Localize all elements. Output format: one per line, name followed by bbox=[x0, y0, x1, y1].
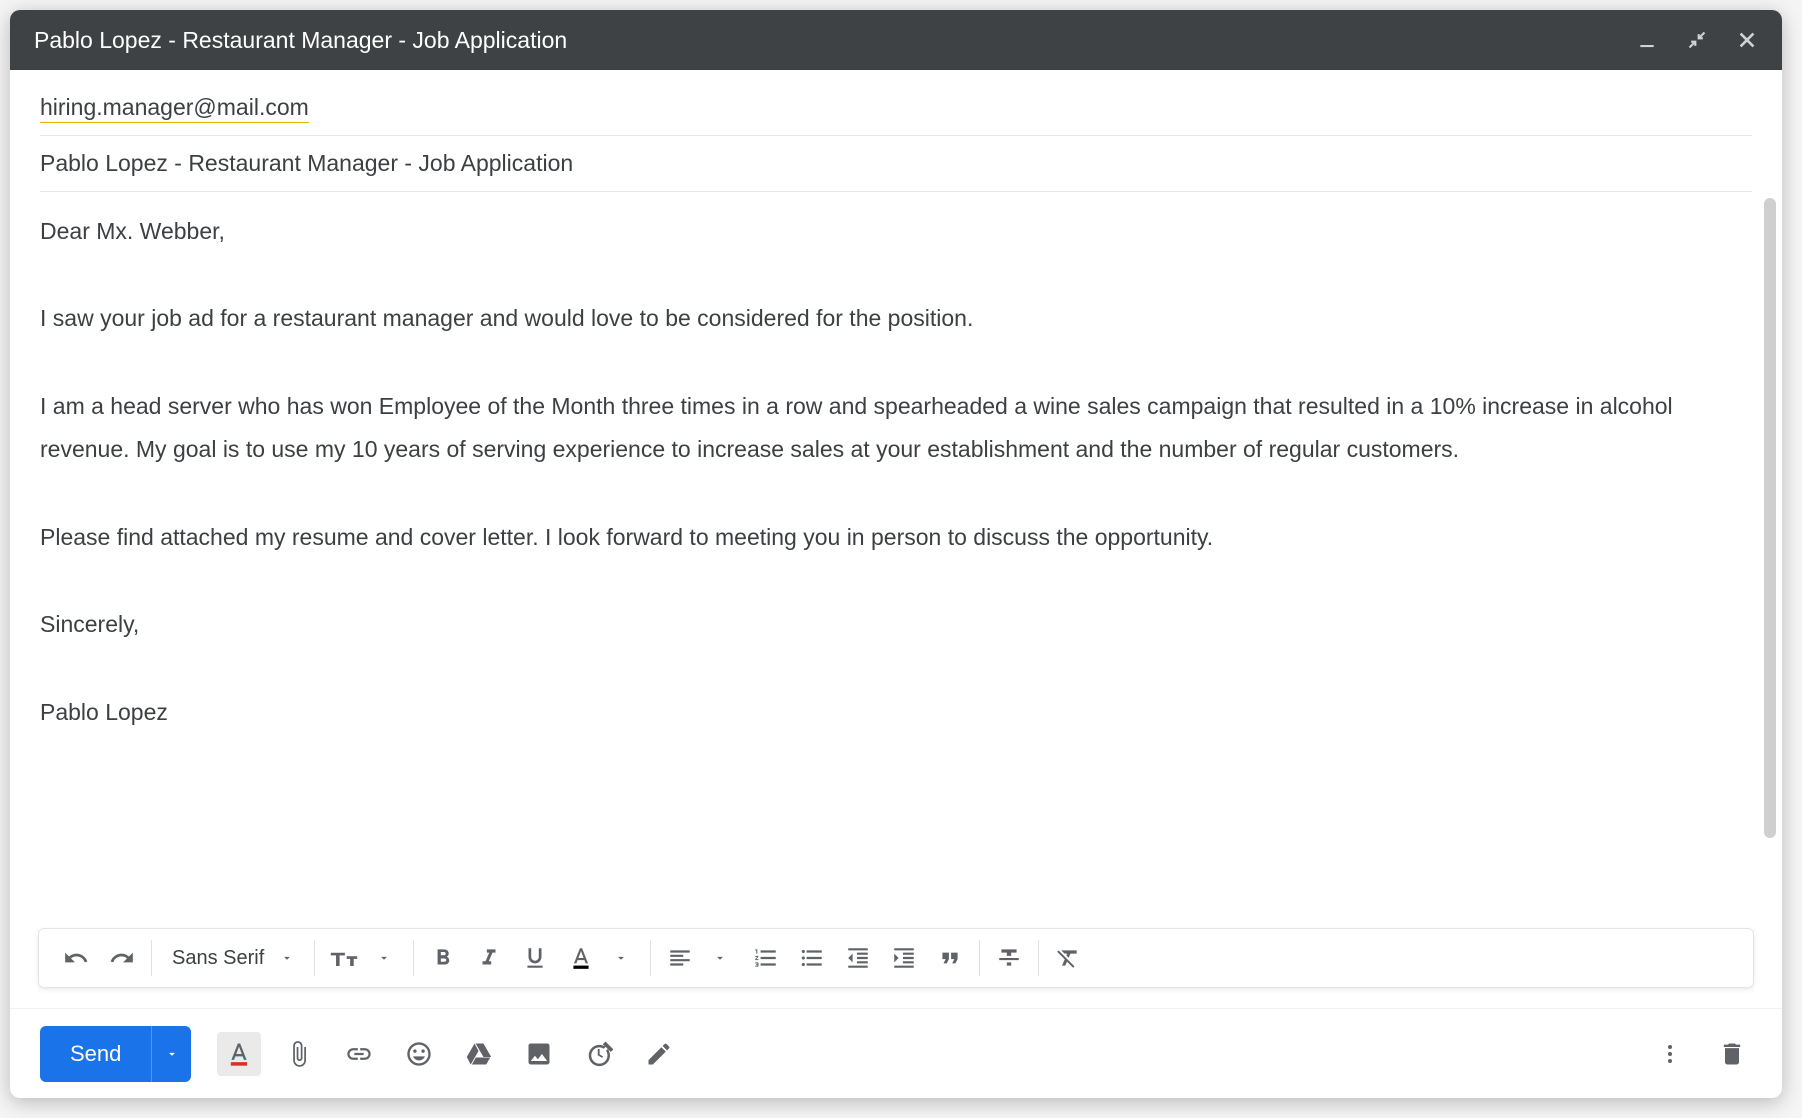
compose-window: Pablo Lopez - Restaurant Manager - Job A… bbox=[10, 10, 1782, 1098]
more-options-button[interactable] bbox=[1650, 1034, 1690, 1074]
body-text[interactable]: Dear Mx. Webber, I saw your job ad for a… bbox=[40, 210, 1752, 734]
italic-button[interactable] bbox=[466, 936, 512, 980]
toolbar-divider bbox=[650, 940, 651, 976]
send-button-group: Send bbox=[40, 1026, 191, 1082]
numbered-list-button[interactable] bbox=[743, 936, 789, 980]
toolbar-divider bbox=[979, 940, 980, 976]
toolbar-divider bbox=[1038, 940, 1039, 976]
insert-drive-button[interactable] bbox=[457, 1032, 501, 1076]
recipient-chip[interactable]: hiring.manager@mail.com bbox=[40, 94, 309, 123]
bottom-icons bbox=[217, 1032, 681, 1076]
align-group[interactable] bbox=[657, 936, 743, 980]
minimize-button[interactable] bbox=[1636, 29, 1658, 51]
window-title: Pablo Lopez - Restaurant Manager - Job A… bbox=[34, 27, 567, 54]
quote-button[interactable] bbox=[927, 936, 973, 980]
toolbar-divider bbox=[314, 940, 315, 976]
scrollbar-thumb[interactable] bbox=[1764, 198, 1776, 838]
underline-button[interactable] bbox=[512, 936, 558, 980]
align-dropdown[interactable] bbox=[697, 936, 743, 980]
attach-file-button[interactable] bbox=[277, 1032, 321, 1076]
text-color-dropdown[interactable] bbox=[598, 936, 644, 980]
scrollbar[interactable] bbox=[1764, 198, 1776, 848]
insert-signature-button[interactable] bbox=[637, 1032, 681, 1076]
window-controls bbox=[1636, 29, 1758, 51]
remove-formatting-button[interactable] bbox=[1045, 936, 1091, 980]
indent-more-button[interactable] bbox=[881, 936, 927, 980]
confidential-mode-button[interactable] bbox=[577, 1032, 621, 1076]
send-options-dropdown[interactable] bbox=[151, 1026, 191, 1082]
send-button[interactable]: Send bbox=[40, 1026, 151, 1082]
bottom-bar: Send bbox=[10, 1008, 1782, 1098]
bold-button[interactable] bbox=[420, 936, 466, 980]
discard-draft-button[interactable] bbox=[1712, 1034, 1752, 1074]
indent-less-button[interactable] bbox=[835, 936, 881, 980]
text-color-group[interactable] bbox=[558, 936, 644, 980]
insert-link-button[interactable] bbox=[337, 1032, 381, 1076]
formatting-options-button[interactable] bbox=[217, 1032, 261, 1076]
insert-photo-button[interactable] bbox=[517, 1032, 561, 1076]
strikethrough-button[interactable] bbox=[986, 936, 1032, 980]
bulleted-list-button[interactable] bbox=[789, 936, 835, 980]
close-button[interactable] bbox=[1736, 29, 1758, 51]
compose-fields: hiring.manager@mail.com Pablo Lopez - Re… bbox=[10, 70, 1782, 192]
bottom-right-controls bbox=[1650, 1034, 1752, 1074]
redo-button[interactable] bbox=[99, 936, 145, 980]
font-family-select[interactable]: Sans Serif bbox=[158, 947, 308, 970]
font-family-label: Sans Serif bbox=[172, 947, 264, 970]
font-size-group[interactable] bbox=[321, 936, 407, 980]
to-field[interactable]: hiring.manager@mail.com bbox=[40, 80, 1752, 136]
body-area[interactable]: Dear Mx. Webber, I saw your job ad for a… bbox=[10, 192, 1782, 928]
window-titlebar: Pablo Lopez - Restaurant Manager - Job A… bbox=[10, 10, 1782, 70]
toolbar-divider bbox=[413, 940, 414, 976]
popout-button[interactable] bbox=[1686, 29, 1708, 51]
font-size-dropdown[interactable] bbox=[361, 936, 407, 980]
formatting-toolbar: Sans Serif bbox=[38, 928, 1754, 988]
undo-button[interactable] bbox=[53, 936, 99, 980]
subject-field[interactable]: Pablo Lopez - Restaurant Manager - Job A… bbox=[40, 136, 1752, 192]
insert-emoji-button[interactable] bbox=[397, 1032, 441, 1076]
toolbar-divider bbox=[151, 940, 152, 976]
